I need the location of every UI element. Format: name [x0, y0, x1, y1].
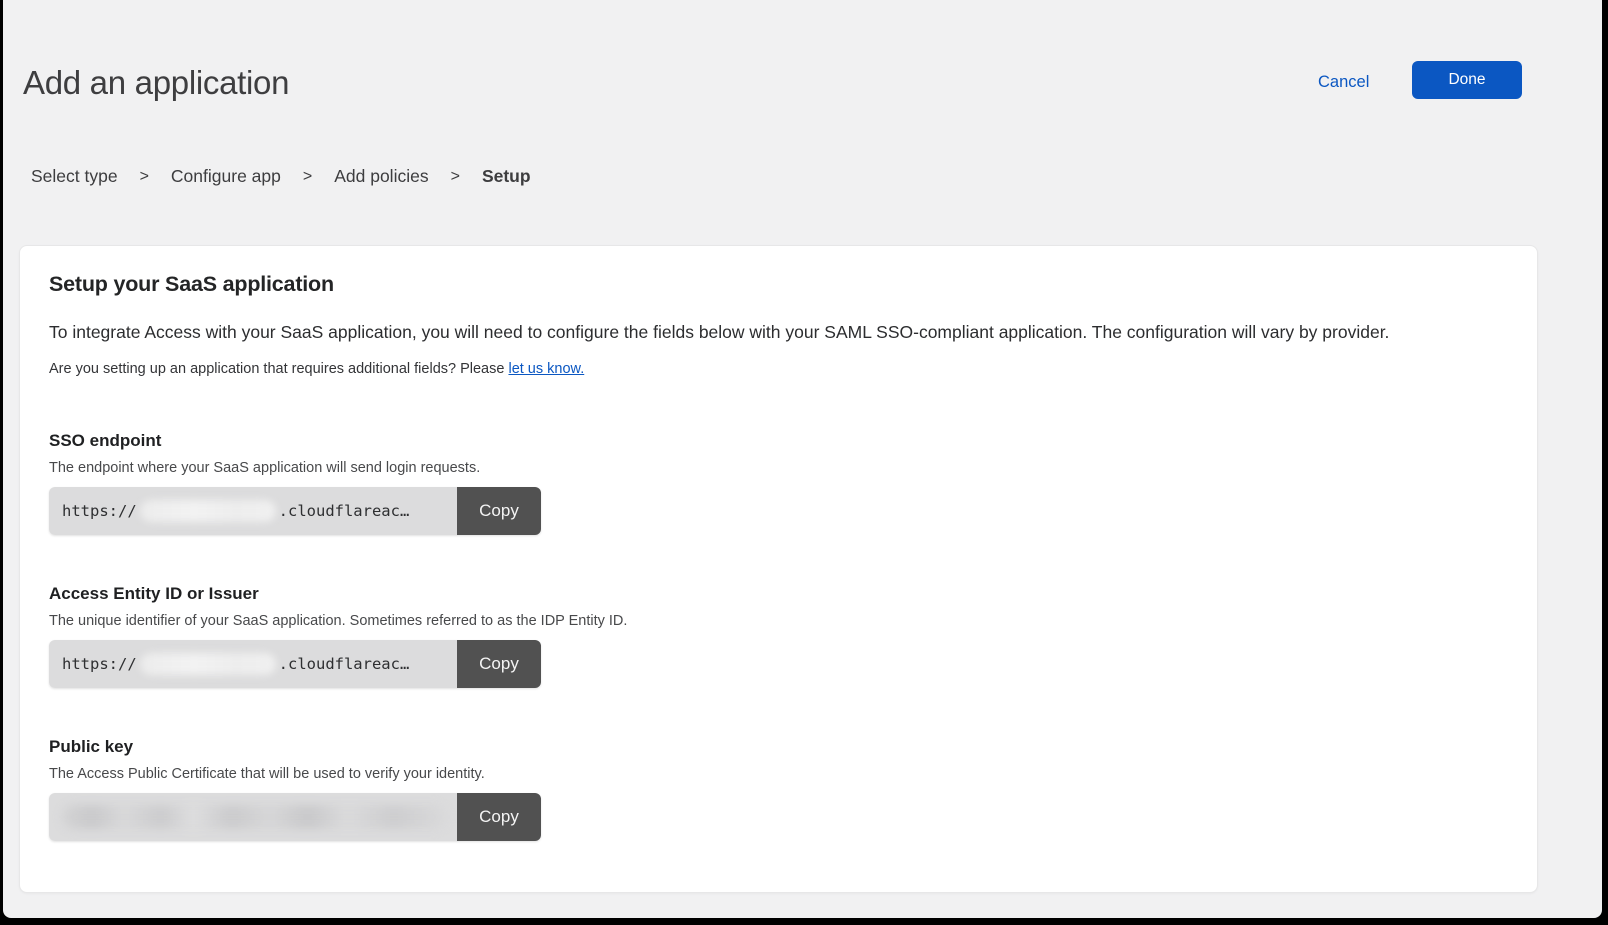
breadcrumb-step-select-type[interactable]: Select type [31, 166, 118, 187]
card-intro-text: To integrate Access with your SaaS appli… [49, 320, 1517, 344]
done-button[interactable]: Done [1412, 61, 1522, 99]
field-label: Public key [49, 736, 649, 757]
copy-public-key-button[interactable]: Copy [457, 793, 541, 841]
public-key-value [49, 793, 457, 841]
breadcrumb-separator: > [140, 168, 149, 186]
copy-access-entity-id-button[interactable]: Copy [457, 640, 541, 688]
cancel-button[interactable]: Cancel [1318, 73, 1369, 92]
redacted-value-blur [140, 653, 276, 675]
field-description: The endpoint where your SaaS application… [49, 460, 649, 477]
redacted-value-blur [140, 500, 276, 522]
breadcrumb-separator: > [451, 168, 460, 186]
field-label: SSO endpoint [49, 430, 649, 451]
breadcrumb-step-add-policies[interactable]: Add policies [334, 166, 428, 187]
sso-endpoint-value: https:// .cloudflareac… [49, 487, 457, 535]
field-description: The unique identifier of your SaaS appli… [49, 613, 649, 630]
access-entity-id-value-group: https:// .cloudflareac… Copy [49, 640, 541, 688]
sso-endpoint-value-group: https:// .cloudflareac… Copy [49, 487, 541, 535]
copy-sso-endpoint-button[interactable]: Copy [457, 487, 541, 535]
field-description: The Access Public Certificate that will … [49, 766, 649, 783]
app-window: Add an application Cancel Done Select ty… [3, 0, 1602, 918]
value-suffix: .cloudflareac… [279, 502, 410, 520]
value-prefix: https:// [62, 502, 137, 520]
field-access-entity-id: Access Entity ID or Issuer The unique id… [49, 583, 649, 688]
page-title: Add an application [23, 64, 289, 102]
field-label: Access Entity ID or Issuer [49, 583, 649, 604]
card-heading: Setup your SaaS application [49, 272, 334, 297]
breadcrumb-step-configure-app[interactable]: Configure app [171, 166, 281, 187]
card-note: Are you setting up an application that r… [49, 361, 584, 377]
access-entity-id-value: https:// .cloudflareac… [49, 640, 457, 688]
card-note-text: Are you setting up an application that r… [49, 361, 508, 377]
public-key-value-group: Copy [49, 793, 541, 841]
let-us-know-link[interactable]: let us know. [508, 361, 584, 377]
field-public-key: Public key The Access Public Certificate… [49, 736, 649, 841]
value-suffix: .cloudflareac… [279, 655, 410, 673]
breadcrumb-separator: > [303, 168, 312, 186]
setup-card: Setup your SaaS application To integrate… [19, 245, 1538, 893]
breadcrumb: Select type > Configure app > Add polici… [31, 166, 531, 187]
field-sso-endpoint: SSO endpoint The endpoint where your Saa… [49, 430, 649, 535]
breadcrumb-step-setup: Setup [482, 166, 531, 187]
redacted-value-blur [62, 805, 447, 829]
value-prefix: https:// [62, 655, 137, 673]
